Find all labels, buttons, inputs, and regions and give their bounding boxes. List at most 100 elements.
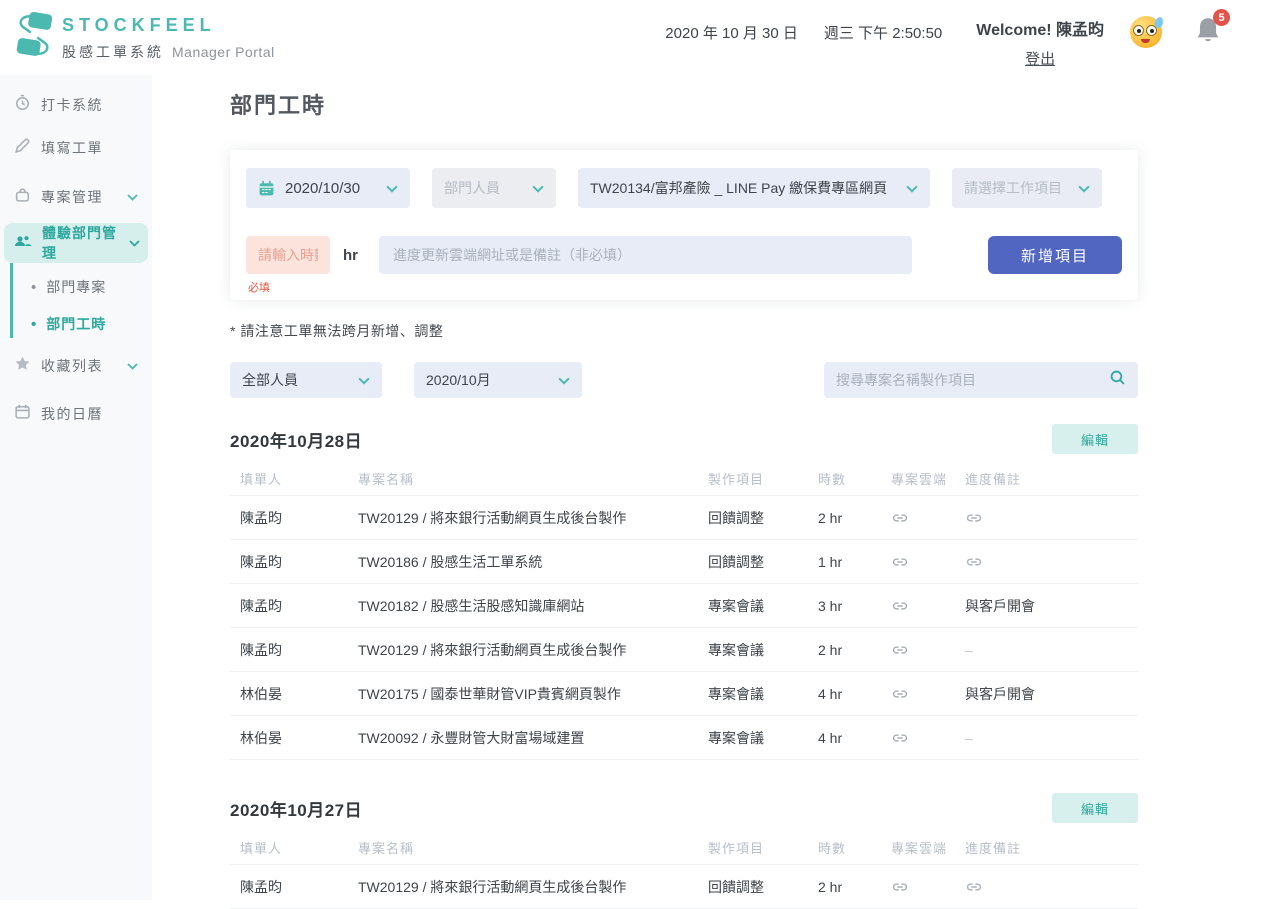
- cell-task: 回饋調整: [708, 553, 764, 570]
- sidebar-item-experience-dept[interactable]: 體驗部門管理: [4, 223, 148, 263]
- system-name: 股感工單系統: [62, 44, 164, 60]
- month-filter-select[interactable]: 2020/10月: [414, 362, 582, 398]
- cell-note[interactable]: [955, 553, 1138, 571]
- cell-cloud[interactable]: [881, 729, 955, 747]
- cell-name: 陳孟昀: [240, 553, 282, 570]
- pencil-icon: [14, 137, 31, 159]
- emoji-face-icon[interactable]: [1130, 16, 1165, 48]
- edit-button[interactable]: 編輯: [1052, 793, 1138, 823]
- work-item-select[interactable]: 請選擇工作項目: [952, 168, 1102, 208]
- sidebar-subitem-dept-projects[interactable]: • 部門專案: [13, 273, 152, 301]
- search-box[interactable]: [824, 362, 1138, 398]
- table-header-row: 填單人 專案名稱 製作項目 時數 專案雲端 進度備註: [230, 462, 1138, 496]
- section-date: 2020年10月27日: [230, 800, 363, 820]
- table-body: 陳孟昀 TW20129 / 將來銀行活動網頁生成後台製作 回饋調整 2 hr 陳…: [230, 496, 1138, 760]
- current-time: 週三 下午 2:50:50: [823, 25, 943, 42]
- cell-note[interactable]: 與客戶開會: [955, 684, 1138, 704]
- cell-note[interactable]: 與客戶開會: [955, 596, 1138, 616]
- clock-icon: [14, 94, 31, 116]
- link-icon[interactable]: [891, 641, 909, 659]
- link-icon[interactable]: [891, 509, 909, 527]
- date-select-value: 2020/10/30: [285, 179, 361, 197]
- chevron-down-icon: [1068, 180, 1090, 196]
- sidebar-subitem-dept-hours[interactable]: • 部門工時: [13, 310, 152, 338]
- cell-cloud[interactable]: [881, 597, 955, 615]
- table-row: 陳孟昀 TW20129 / 將來銀行活動網頁生成後台製作 專案會議 2 hr –: [230, 628, 1138, 672]
- cell-cloud[interactable]: [881, 685, 955, 703]
- date-select[interactable]: 2020/10/30: [246, 168, 410, 208]
- sidebar-item-punch-clock[interactable]: 打卡系統: [14, 91, 146, 119]
- cell-project: TW20129 / 將來銀行活動網頁生成後台製作: [358, 878, 627, 895]
- cell-project: TW20129 / 將來銀行活動網頁生成後台製作: [358, 509, 627, 526]
- column-header: 專案雲端: [891, 472, 948, 487]
- logout-link[interactable]: 登出: [1025, 48, 1055, 69]
- cell-hours: 3 hr: [818, 597, 843, 614]
- sidebar-item-my-calendar[interactable]: 我的日曆: [14, 400, 146, 428]
- column-header: 製作項目: [708, 841, 765, 856]
- cell-hours: 1 hr: [818, 553, 843, 570]
- bullet-icon: •: [31, 315, 37, 333]
- sidebar-item-label: 收藏列表: [41, 358, 103, 374]
- brand: STOCKFEEL 股感工單系統 Manager Portal: [14, 11, 275, 64]
- link-icon[interactable]: [965, 553, 983, 571]
- table-row: 陳孟昀 TW20182 / 股感生活股感知識庫網站 專案會議 3 hr 與客戶開…: [230, 584, 1138, 628]
- cell-cloud[interactable]: [881, 509, 955, 527]
- cell-cloud[interactable]: [881, 553, 955, 571]
- notification-bell[interactable]: 5: [1194, 9, 1230, 50]
- remark-input[interactable]: [379, 236, 912, 274]
- day-section: 2020年10月28日 編輯 填單人 專案名稱 製作項目 時數 專案雲端 進度備註 陳孟昀…: [230, 424, 1138, 760]
- hours-input[interactable]: [246, 236, 330, 274]
- link-icon[interactable]: [965, 509, 983, 527]
- cell-cloud[interactable]: [881, 641, 955, 659]
- sidebar: 打卡系統 填寫工單 專案管理 體驗部門管理 • 部門專案 • 部門工時 收藏列表…: [0, 74, 152, 900]
- column-header: 填單人: [240, 841, 283, 856]
- cell-task: 專案會議: [708, 685, 764, 702]
- page-title: 部門工時: [230, 93, 327, 118]
- brand-name: STOCKFEEL: [62, 15, 216, 35]
- search-input[interactable]: [836, 372, 1109, 388]
- table-body: 陳孟昀 TW20129 / 將來銀行活動網頁生成後台製作 回饋調整 2 hr: [230, 865, 1138, 909]
- staff-filter-select[interactable]: 全部人員: [230, 362, 382, 398]
- chevron-down-icon: [376, 180, 398, 197]
- cell-name: 林伯晏: [240, 729, 282, 746]
- sidebar-item-favorites[interactable]: 收藏列表: [14, 352, 146, 380]
- staff-filter-value: 全部人員: [242, 372, 298, 388]
- link-icon[interactable]: [891, 878, 909, 896]
- sidebar-item-label: 體驗部門管理: [42, 225, 117, 261]
- chevron-down-icon: [896, 180, 918, 196]
- chevron-down-icon: [348, 372, 370, 388]
- search-icon[interactable]: [1109, 369, 1126, 391]
- cell-note[interactable]: [955, 509, 1138, 527]
- sidebar-item-project-management[interactable]: 專案管理: [14, 183, 146, 211]
- bullet-icon: •: [31, 278, 37, 296]
- link-icon[interactable]: [891, 553, 909, 571]
- cell-hours: 2 hr: [818, 878, 843, 895]
- link-icon[interactable]: [965, 878, 983, 896]
- sidebar-item-fill-worksheet[interactable]: 填寫工單: [14, 134, 146, 162]
- day-section: 2020年10月27日 編輯 填單人 專案名稱 製作項目 時數 專案雲端 進度備註 陳孟昀…: [230, 793, 1138, 909]
- link-icon[interactable]: [891, 597, 909, 615]
- link-icon[interactable]: [891, 685, 909, 703]
- table-row: 林伯晏 TW20092 / 永豐財管大財富場域建置 專案會議 4 hr –: [230, 716, 1138, 760]
- star-icon: [14, 355, 31, 377]
- sidebar-item-label: 打卡系統: [41, 97, 103, 113]
- link-icon[interactable]: [891, 729, 909, 747]
- edit-button[interactable]: 編輯: [1052, 424, 1138, 454]
- sidebar-subitem-label: 部門專案: [46, 279, 107, 295]
- table-header-row: 填單人 專案名稱 製作項目 時數 專案雲端 進度備註: [230, 831, 1138, 865]
- cell-cloud[interactable]: [881, 878, 955, 896]
- sidebar-item-label: 專案管理: [41, 189, 103, 205]
- work-item-placeholder: 請選擇工作項目: [964, 180, 1062, 196]
- top-header: STOCKFEEL 股感工單系統 Manager Portal 2020 年 1…: [0, 0, 1268, 74]
- users-icon: [14, 233, 32, 254]
- staff-select[interactable]: 部門人員: [432, 168, 556, 208]
- cell-note[interactable]: [955, 878, 1138, 896]
- cell-task: 回饋調整: [708, 878, 764, 895]
- add-item-button[interactable]: 新增項目: [988, 236, 1122, 274]
- cell-name: 林伯晏: [240, 685, 282, 702]
- cell-name: 陳孟昀: [240, 878, 282, 895]
- cell-note[interactable]: –: [955, 642, 1138, 658]
- work-entry-card: 2020/10/30 部門人員 TW20134/富邦產險 _ LINE Pay …: [230, 150, 1138, 300]
- project-select[interactable]: TW20134/富邦產險 _ LINE Pay 繳保費專區網頁: [578, 168, 930, 208]
- cell-note[interactable]: –: [955, 730, 1138, 746]
